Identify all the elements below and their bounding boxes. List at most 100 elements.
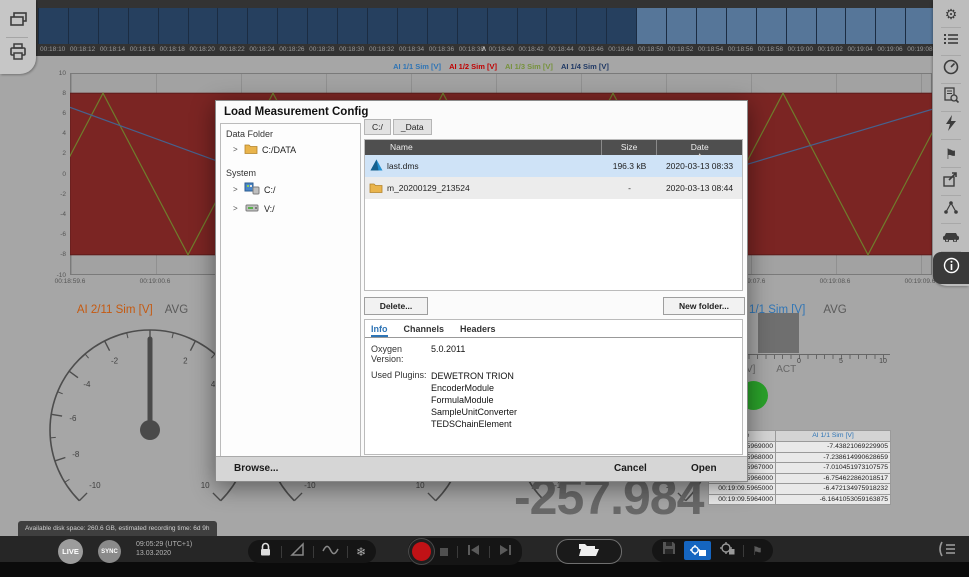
browse-button[interactable]: Browse... [234,463,278,474]
tab-headers[interactable]: Headers [460,324,496,337]
table-row[interactable]: 00:19:09.5964000-6.1641053059163875 [708,494,891,506]
timeline-segment[interactable]: 00:18:48 [606,8,636,44]
timeline-segment[interactable]: 00:18:14 [98,8,128,44]
file-row-last-dms[interactable]: last.dms 196.3 kB 2020-03-13 08:33 [365,155,742,177]
sidebar-item-instruments[interactable] [933,56,969,83]
plugin-name: SampleUnitConverter [431,406,517,418]
timeline-segment[interactable]: 00:19:02 [816,8,846,44]
open-data-file-button[interactable] [556,539,622,564]
tree-item-drive-v[interactable]: > V:/ [233,201,360,216]
timeline-segment[interactable]: 00:18:32 [367,8,397,44]
timeline-segment[interactable]: 00:18:24 [247,8,277,44]
breadcrumb-data[interactable]: _Data [393,119,432,135]
sync-badge[interactable]: SYNC [98,540,121,563]
new-folder-button[interactable]: New folder... [663,297,745,315]
file-size: 196.3 kB [602,161,657,171]
screen-mode-icon[interactable] [934,541,958,562]
tree-item-label: C:/ [264,185,276,195]
table-cell-value: -6.754622862018517 [776,473,891,484]
screens-icon[interactable] [8,10,28,35]
sidebar-item-channel-list[interactable] [933,28,969,55]
load-setup-button[interactable] [684,541,711,560]
timeline-segment[interactable]: 00:19:04 [845,8,875,44]
timeline-timestamp: 00:19:02 [818,46,843,53]
timeline-segment[interactable]: 00:18:26 [277,8,307,44]
timeline-segment[interactable]: 00:18:40 [487,8,517,44]
timeline-segment[interactable]: 00:18:34 [397,8,427,44]
tab-channels[interactable]: Channels [404,324,445,337]
sidebar-item-vehicle[interactable] [933,224,969,251]
tab-info[interactable]: Info [371,324,388,337]
info-icon [943,257,960,279]
timeline-timestamp: 00:18:50 [638,46,663,53]
skip-start-icon[interactable] [467,543,480,561]
sidebar-item-markers[interactable]: ⚑ [933,140,969,167]
sidebar-item-triggers[interactable] [933,112,969,139]
column-header-date[interactable]: Date▲ [656,140,742,155]
timeline-segment[interactable]: 00:18:54 [696,8,726,44]
timeline-segment[interactable]: 00:19:06 [875,8,905,44]
sidebar-item-reports[interactable] [933,84,969,111]
delete-button[interactable]: Delete... [364,297,428,315]
file-row-measurement-folder[interactable]: m_20200129_213524 - 2020-03-13 08:44 [365,177,742,199]
timeline-segment[interactable]: 00:18:18 [158,8,188,44]
save-icon[interactable] [662,541,676,560]
column-header-name[interactable]: Name [365,140,601,155]
stop-button[interactable] [440,548,448,556]
gauge-title-row: AI 2/11 Sim [V] AVG [40,304,225,316]
skip-end-icon[interactable] [499,543,512,561]
file-list-header[interactable]: Name Size Date▲ [365,140,742,155]
sidebar-item-settings[interactable]: ⚙ [933,0,969,27]
cancel-button[interactable]: Cancel [614,463,647,474]
timeline-segment[interactable]: 00:19:00 [786,8,816,44]
bar-meter-value[interactable] [758,313,799,353]
x-axis-tick: 00:19:08.6 [820,278,851,285]
timeline-segment[interactable]: 00:18:46 [576,8,606,44]
timeline-segment[interactable]: 00:18:42 [517,8,547,44]
timeline-segment[interactable]: 00:18:10 [38,8,68,44]
lock-icon[interactable] [258,541,273,562]
timeline-segment[interactable]: 00:18:16 [128,8,158,44]
timeline-segment[interactable]: 00:18:56 [726,8,756,44]
timeline-segment[interactable]: 00:18:52 [666,8,696,44]
live-badge[interactable]: LIVE [58,539,83,564]
waveform-icon[interactable] [322,543,339,561]
breadcrumb-root[interactable]: C:/ [364,119,391,135]
timeline-segment[interactable]: 00:18:36 [427,8,457,44]
open-button[interactable]: Open [691,463,717,474]
folder-tree-panel: Data Folder > C:/DATA System > C:/ > V:/ [220,123,361,459]
record-button[interactable] [412,542,431,561]
column-header-size[interactable]: Size [601,140,657,155]
timeline-segment[interactable]: 00:18:50 [636,8,666,44]
gauge-scale-label: 10 [201,481,210,490]
sidebar-item-export[interactable] [933,168,969,195]
timeline-segment[interactable]: 00:18:28 [307,8,337,44]
transport-controls [408,538,522,565]
timeline-segment[interactable]: 00:18:58 [756,8,786,44]
timeline-timestamp: 00:18:22 [219,46,244,53]
timeline-segment[interactable]: 00:18:12 [68,8,98,44]
timeline-segment[interactable]: 00:18:44 [546,8,576,44]
timeline-segment[interactable]: 00:19:08 [905,8,935,44]
sidebar-item-topology[interactable] [933,196,969,223]
timeline-segment[interactable]: 00:18:30 [337,8,367,44]
freeze-icon[interactable]: ❄ [356,545,366,559]
y-axis-tick: 10 [42,70,66,77]
timeline-segment[interactable]: 00:18:38 [457,8,487,44]
table-row[interactable]: 00:19:09.5965000-6.472134975918232 [708,483,891,494]
save-setup-icon[interactable] [719,541,735,560]
expand-arrow-icon[interactable]: > [233,204,240,213]
sidebar-item-system-info[interactable] [933,252,969,284]
tree-item-data-folder[interactable]: > C:/DATA [233,143,360,156]
set-square-icon[interactable] [290,542,305,562]
timeline-overview[interactable]: 00:18:1000:18:1200:18:1400:18:1600:18:18… [38,8,935,44]
timeline-segment[interactable]: 00:18:20 [188,8,218,44]
timeline-segment[interactable]: 00:18:22 [217,8,247,44]
expand-arrow-icon[interactable]: > [233,145,240,154]
plugin-name: TEDSChainElement [431,418,517,430]
tree-item-drive-c[interactable]: > C:/ [233,182,360,197]
collapse-chevron-icon[interactable]: ∧ [481,44,487,53]
marker-flag-icon[interactable]: ⚑ [752,544,763,558]
expand-arrow-icon[interactable]: > [233,185,240,194]
print-icon[interactable] [8,42,28,67]
